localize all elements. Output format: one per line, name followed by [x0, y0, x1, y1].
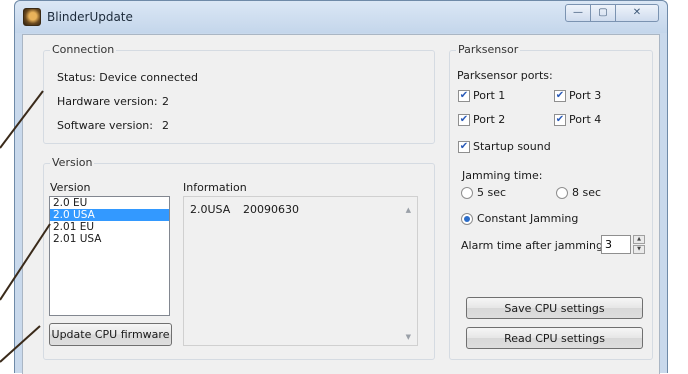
callout-lines	[0, 90, 51, 363]
callout-line-version	[0, 223, 51, 301]
callout-line-connection	[0, 90, 44, 149]
callout-line-firmware	[0, 325, 41, 363]
